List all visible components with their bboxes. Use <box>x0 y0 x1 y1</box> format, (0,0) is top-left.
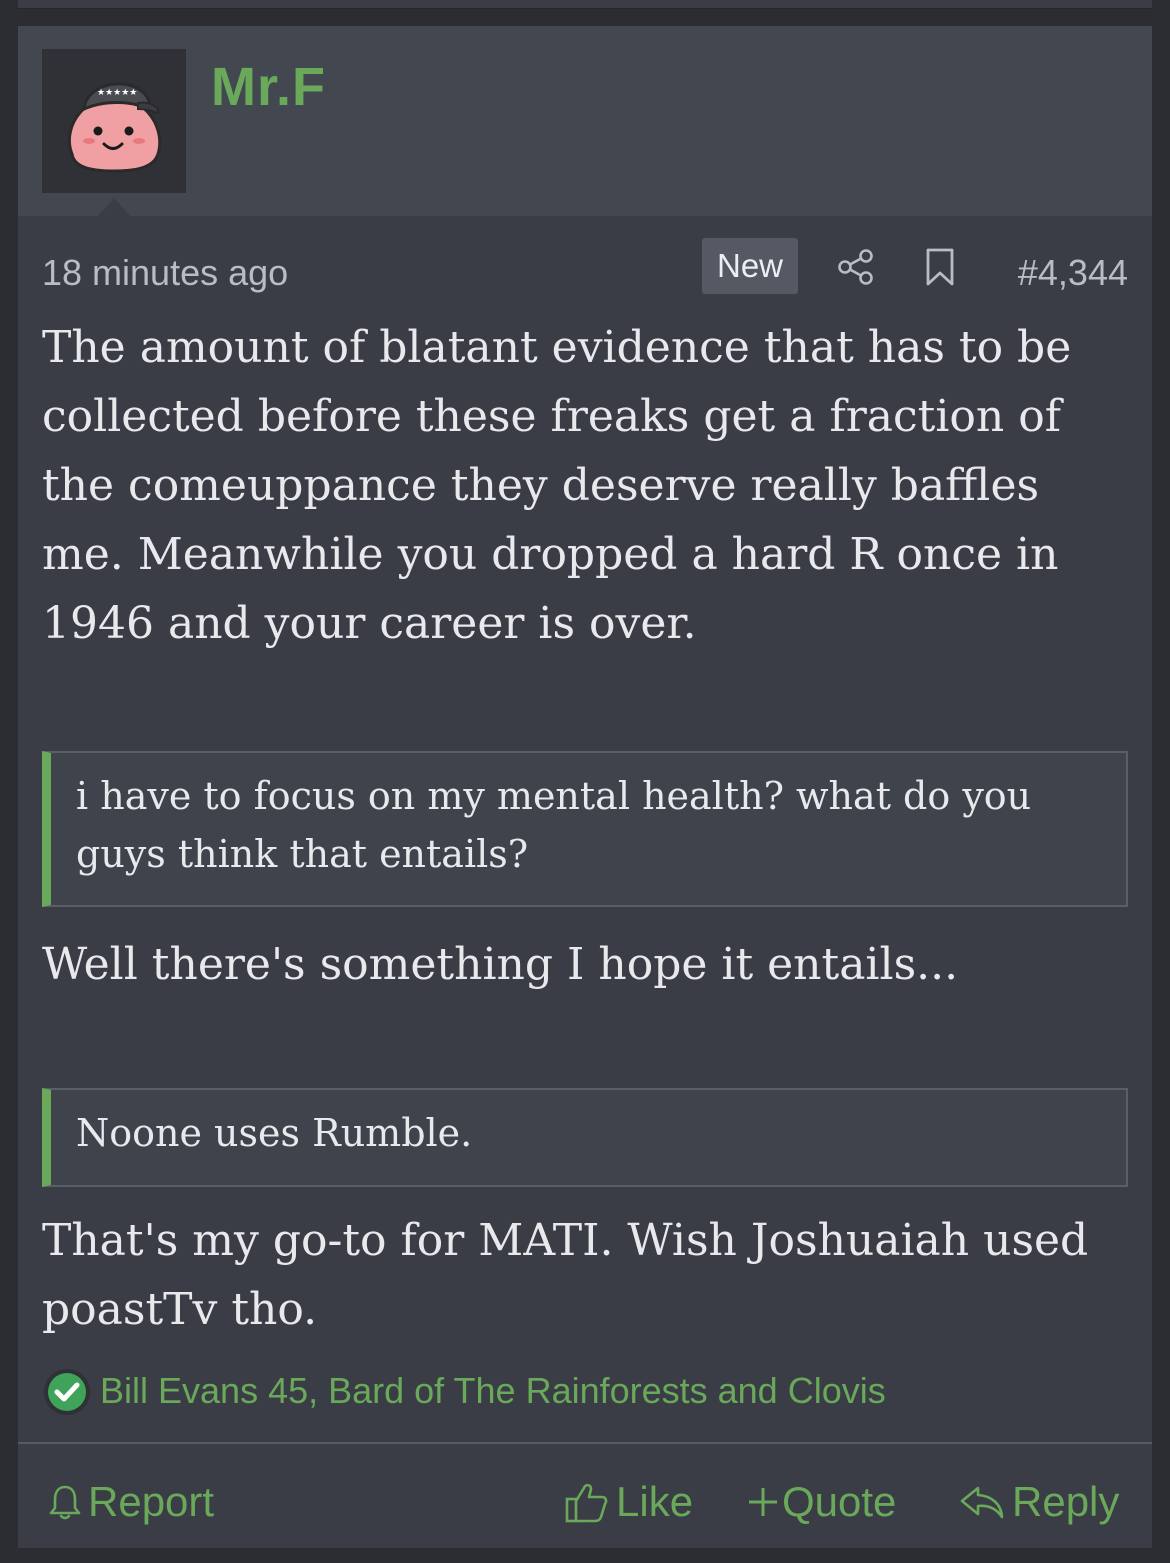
post-meta: 18 minutes ago New #4,344 <box>42 238 1128 294</box>
new-badge: New <box>702 238 798 294</box>
bookmark-icon[interactable] <box>922 247 958 287</box>
post-number[interactable]: #4,344 <box>1018 252 1128 294</box>
blockquote: i have to focus on my mental health? wha… <box>42 751 1128 907</box>
report-label: Report <box>88 1478 215 1525</box>
post-paragraph: That's my go-to for MATI. Wish Joshuaiah… <box>42 1215 1089 1335</box>
page: ★★★★★ Mr.F 18 minutes ago New #4,344 The… <box>0 0 1170 1563</box>
avatar[interactable]: ★★★★★ <box>42 49 186 193</box>
thumbs-up-icon <box>565 1483 608 1523</box>
checkmark-icon <box>44 1369 90 1415</box>
username[interactable]: Mr.F <box>211 56 326 118</box>
post-actions: Report Like Quote Reply <box>18 1444 1152 1548</box>
forum-post: ★★★★★ Mr.F 18 minutes ago New #4,344 The… <box>18 26 1152 1548</box>
post-paragraph: Well there's something I hope it entails… <box>42 939 959 990</box>
blockquote: Noone uses Rumble. <box>42 1088 1128 1187</box>
svg-text:★★★★★: ★★★★★ <box>97 88 137 98</box>
avatar-image: ★★★★★ <box>67 82 162 173</box>
like-button[interactable]: Like <box>564 1476 693 1528</box>
reply-arrow-icon <box>960 1486 1004 1519</box>
reactions-bar[interactable]: Bill Evans 45, Bard of The Rainforests a… <box>42 1366 1128 1418</box>
post-header: ★★★★★ Mr.F <box>18 26 1152 216</box>
reaction-users[interactable]: Bill Evans 45, Bard of The Rainforests a… <box>100 1370 886 1412</box>
previous-post-edge <box>18 0 1152 9</box>
header-pointer <box>98 198 130 216</box>
share-icon[interactable] <box>836 247 876 287</box>
bell-icon <box>49 1485 81 1520</box>
like-label: Like <box>616 1478 694 1525</box>
plus-icon <box>749 1488 777 1516</box>
report-button[interactable]: Report <box>48 1476 214 1528</box>
reply-label: Reply <box>1012 1478 1120 1525</box>
quote-button[interactable]: Quote <box>746 1476 896 1528</box>
reply-button[interactable]: Reply <box>958 1476 1119 1528</box>
post-paragraph: The amount of blatant evidence that has … <box>42 322 1072 649</box>
post-timestamp[interactable]: 18 minutes ago <box>42 252 288 294</box>
quote-label: Quote <box>782 1478 897 1525</box>
